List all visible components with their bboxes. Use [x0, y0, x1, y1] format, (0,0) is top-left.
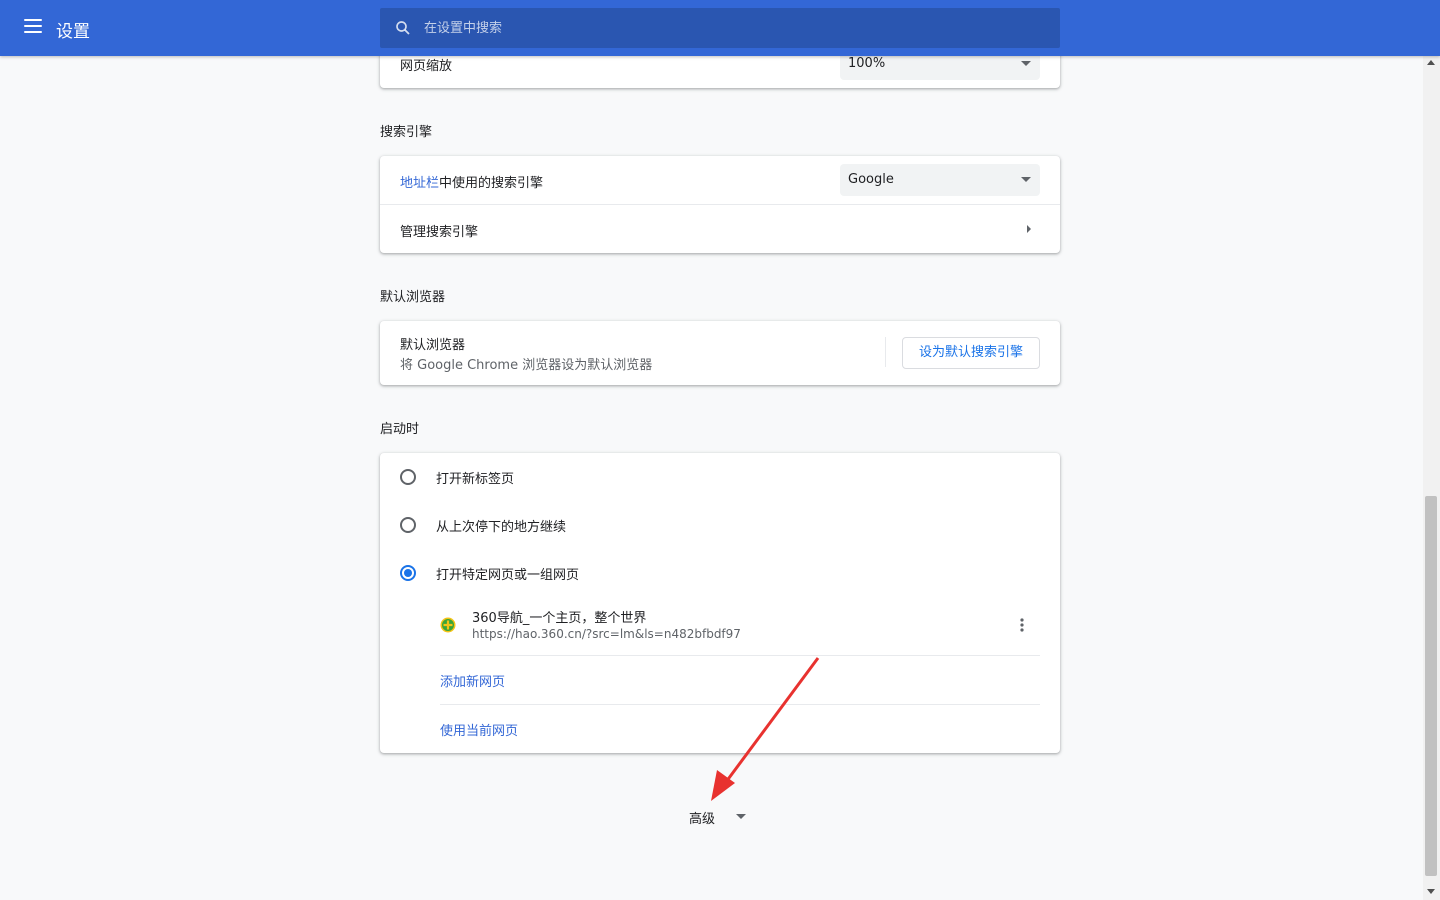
- scrollbar[interactable]: [1423, 56, 1440, 900]
- top-bar: 设置: [0, 0, 1440, 56]
- default-browser-subtitle: 将 Google Chrome 浏览器设为默认浏览器: [400, 358, 653, 373]
- default-browser-title: 默认浏览器: [400, 338, 466, 353]
- search-engine-card: 地址栏中使用的搜索引擎 Google 管理搜索引擎: [380, 156, 1060, 253]
- address-bar-engine-text: 中使用的搜索引擎: [439, 176, 544, 191]
- address-bar-link[interactable]: 地址栏: [400, 176, 439, 191]
- radio-label: 打开特定网页或一组网页: [436, 568, 580, 583]
- scroll-up-arrow-icon[interactable]: [1427, 60, 1435, 65]
- startup-section-title: 启动时: [380, 422, 420, 437]
- search-engine-section-title: 搜索引擎: [380, 125, 433, 140]
- vertical-separator: [885, 337, 886, 367]
- search-engine-select[interactable]: Google: [840, 164, 1040, 196]
- radio-continue[interactable]: [400, 517, 416, 533]
- search-input[interactable]: [424, 8, 1044, 48]
- startup-card: 打开新标签页 从上次停下的地方继续 打开特定网页或一组网页 360导航_一个主页…: [380, 453, 1060, 753]
- advanced-label: 高级: [689, 812, 716, 827]
- startup-page-item: 360导航_一个主页，整个世界 https://hao.360.cn/?src=…: [440, 599, 1040, 655]
- menu-icon[interactable]: [24, 19, 42, 37]
- chevron-down-icon: [1021, 61, 1031, 66]
- more-vert-icon[interactable]: [1018, 617, 1026, 633]
- zoom-value: 100%: [848, 56, 886, 71]
- page-title: 设置: [56, 22, 90, 42]
- scroll-thumb[interactable]: [1425, 496, 1437, 876]
- advanced-toggle[interactable]: 高级: [680, 798, 760, 834]
- zoom-label: 网页缩放: [400, 59, 453, 74]
- radio-label: 打开新标签页: [436, 472, 515, 487]
- annotation-arrow-icon: [711, 657, 820, 801]
- divider: [440, 704, 1040, 705]
- radio-new-tab[interactable]: [400, 469, 416, 485]
- add-new-page-link[interactable]: 添加新网页: [440, 671, 505, 690]
- chevron-down-icon: [1021, 177, 1031, 182]
- site-favicon-icon: [440, 617, 456, 633]
- startup-page-url: https://hao.360.cn/?src=lm&ls=n482bfbdf9…: [472, 627, 741, 641]
- address-bar-engine-label: 地址栏中使用的搜索引擎: [400, 172, 543, 191]
- search-engine-value: Google: [848, 172, 894, 187]
- chevron-right-icon: [1027, 225, 1031, 233]
- divider: [440, 655, 1040, 656]
- manage-search-engines-label: 管理搜索引擎: [400, 225, 479, 240]
- radio-label: 从上次停下的地方继续: [436, 520, 567, 535]
- chevron-down-icon: [736, 814, 746, 819]
- search-icon: [396, 21, 410, 35]
- default-browser-section-title: 默认浏览器: [380, 290, 446, 305]
- search-box[interactable]: [380, 8, 1060, 48]
- default-browser-card: 默认浏览器 将 Google Chrome 浏览器设为默认浏览器 设为默认搜索引…: [380, 321, 1060, 385]
- startup-page-title: 360导航_一个主页，整个世界: [472, 611, 647, 626]
- use-current-pages-link[interactable]: 使用当前网页: [440, 720, 518, 739]
- scroll-down-arrow-icon[interactable]: [1427, 889, 1435, 894]
- set-default-button[interactable]: 设为默认搜索引擎: [902, 337, 1040, 369]
- radio-specific-pages[interactable]: [400, 565, 416, 581]
- manage-search-engines-row[interactable]: 管理搜索引擎: [380, 205, 1060, 253]
